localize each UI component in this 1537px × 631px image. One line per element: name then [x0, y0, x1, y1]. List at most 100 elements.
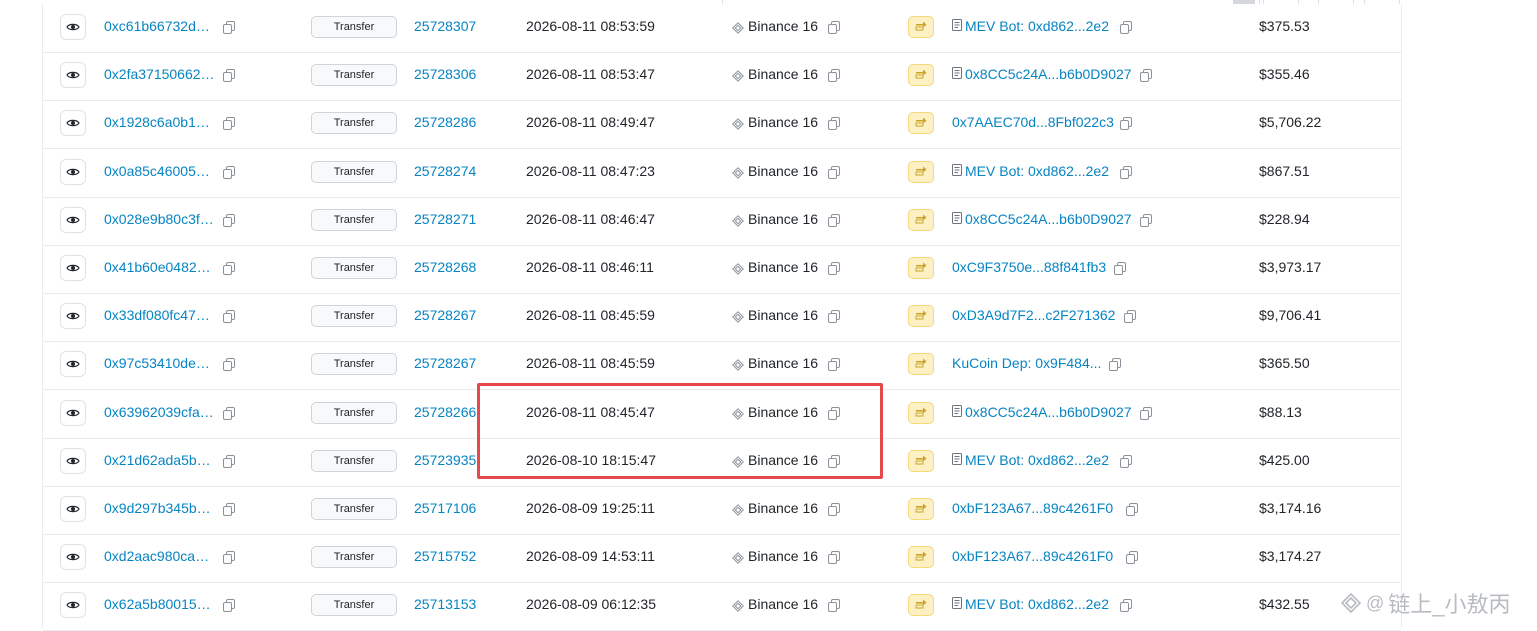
copy-icon[interactable] [828, 310, 840, 323]
to-address-link[interactable]: 0x8CC5c24A...b6b0D9027 [952, 404, 1132, 420]
copy-icon[interactable] [1140, 407, 1152, 420]
tx-hash-link[interactable]: 0xc61b66732d… [104, 18, 210, 34]
preview-button[interactable] [60, 592, 86, 618]
copy-icon[interactable] [1120, 166, 1132, 179]
copy-icon[interactable] [223, 214, 235, 227]
copy-icon[interactable] [223, 69, 235, 82]
block-link[interactable]: 25713153 [414, 596, 476, 612]
block-link[interactable]: 25728286 [414, 114, 476, 130]
copy-icon[interactable] [1120, 455, 1132, 468]
tx-hash-link[interactable]: 0x41b60e0482… [104, 259, 211, 275]
tx-hash-link[interactable]: 0xd2aac980ca… [104, 548, 209, 564]
copy-icon[interactable] [828, 117, 840, 130]
to-address-link[interactable]: MEV Bot: 0xd862...2e2 [952, 163, 1109, 179]
copy-icon[interactable] [1114, 262, 1126, 275]
tx-hash-link[interactable]: 0x63962039cfa… [104, 404, 214, 420]
to-address-link[interactable]: 0xbF123A67...89c4261F0 [952, 500, 1113, 516]
copy-icon[interactable] [828, 166, 840, 179]
block-link[interactable]: 25728267 [414, 355, 476, 371]
to-address-link[interactable]: MEV Bot: 0xd862...2e2 [952, 452, 1109, 468]
tx-hash-link[interactable]: 0x62a5b80015… [104, 596, 211, 612]
to-address-link[interactable]: KuCoin Dep: 0x9F484... [952, 355, 1101, 371]
copy-icon[interactable] [223, 455, 235, 468]
copy-icon[interactable] [223, 117, 235, 130]
to-address-link[interactable]: MEV Bot: 0xd862...2e2 [952, 596, 1109, 612]
copy-icon[interactable] [1120, 117, 1132, 130]
copy-icon[interactable] [1120, 599, 1132, 612]
copy-icon[interactable] [828, 551, 840, 564]
tx-hash-link[interactable]: 0x0a85c46005… [104, 163, 210, 179]
block-link[interactable]: 25723935 [414, 452, 476, 468]
tx-hash-link[interactable]: 0x33df080fc47… [104, 307, 210, 323]
copy-icon[interactable] [1124, 310, 1136, 323]
preview-button[interactable] [60, 351, 86, 377]
block-link[interactable]: 25728307 [414, 18, 476, 34]
preview-button[interactable] [60, 62, 86, 88]
block-link[interactable]: 25728306 [414, 66, 476, 82]
copy-icon[interactable] [828, 69, 840, 82]
from-address[interactable]: Binance 16 [748, 18, 818, 34]
block-link[interactable]: 25715752 [414, 548, 476, 564]
from-address[interactable]: Binance 16 [748, 500, 818, 516]
to-address-link[interactable]: MEV Bot: 0xd862...2e2 [952, 18, 1109, 34]
copy-icon[interactable] [223, 503, 235, 516]
tx-hash-link[interactable]: 0x21d62ada5b… [104, 452, 211, 468]
to-address-link[interactable]: 0x8CC5c24A...b6b0D9027 [952, 211, 1132, 227]
from-address[interactable]: Binance 16 [748, 211, 818, 227]
block-link[interactable]: 25728271 [414, 211, 476, 227]
copy-icon[interactable] [1140, 214, 1152, 227]
preview-button[interactable] [60, 110, 86, 136]
tx-hash-link[interactable]: 0x9d297b345b… [104, 500, 211, 516]
from-address[interactable]: Binance 16 [748, 66, 818, 82]
from-address[interactable]: Binance 16 [748, 163, 818, 179]
from-address[interactable]: Binance 16 [748, 452, 818, 468]
from-address[interactable]: Binance 16 [748, 596, 818, 612]
copy-icon[interactable] [1120, 21, 1132, 34]
preview-button[interactable] [60, 159, 86, 185]
preview-button[interactable] [60, 496, 86, 522]
tx-hash-link[interactable]: 0x97c53410de… [104, 355, 210, 371]
copy-icon[interactable] [828, 455, 840, 468]
copy-icon[interactable] [828, 358, 840, 371]
copy-icon[interactable] [1126, 503, 1138, 516]
copy-icon[interactable] [828, 214, 840, 227]
tx-hash-link[interactable]: 0x1928c6a0b1… [104, 114, 210, 130]
copy-icon[interactable] [828, 21, 840, 34]
preview-button[interactable] [60, 400, 86, 426]
preview-button[interactable] [60, 544, 86, 570]
from-address[interactable]: Binance 16 [748, 114, 818, 130]
from-address[interactable]: Binance 16 [748, 355, 818, 371]
from-address[interactable]: Binance 16 [748, 548, 818, 564]
block-link[interactable]: 25728266 [414, 404, 476, 420]
preview-button[interactable] [60, 255, 86, 281]
copy-icon[interactable] [223, 21, 235, 34]
from-address[interactable]: Binance 16 [748, 404, 818, 420]
to-address-link[interactable]: 0xC9F3750e...88f841fb3 [952, 259, 1106, 275]
copy-icon[interactable] [828, 262, 840, 275]
block-link[interactable]: 25728268 [414, 259, 476, 275]
copy-icon[interactable] [223, 407, 235, 420]
copy-icon[interactable] [828, 407, 840, 420]
copy-icon[interactable] [828, 599, 840, 612]
from-address[interactable]: Binance 16 [748, 259, 818, 275]
to-address-link[interactable]: 0xD3A9d7F2...c2F271362 [952, 307, 1115, 323]
copy-icon[interactable] [223, 166, 235, 179]
preview-button[interactable] [60, 207, 86, 233]
tx-hash-link[interactable]: 0x028e9b80c3f… [104, 211, 214, 227]
copy-icon[interactable] [223, 358, 235, 371]
copy-icon[interactable] [828, 503, 840, 516]
copy-icon[interactable] [223, 551, 235, 564]
preview-button[interactable] [60, 14, 86, 40]
to-address-link[interactable]: 0xbF123A67...89c4261F0 [952, 548, 1113, 564]
copy-icon[interactable] [1140, 69, 1152, 82]
from-address[interactable]: Binance 16 [748, 307, 818, 323]
copy-icon[interactable] [223, 310, 235, 323]
block-link[interactable]: 25728274 [414, 163, 476, 179]
preview-button[interactable] [60, 303, 86, 329]
tx-hash-link[interactable]: 0x2fa37150662… [104, 66, 215, 82]
block-link[interactable]: 25728267 [414, 307, 476, 323]
preview-button[interactable] [60, 448, 86, 474]
to-address-link[interactable]: 0x8CC5c24A...b6b0D9027 [952, 66, 1132, 82]
copy-icon[interactable] [1126, 551, 1138, 564]
copy-icon[interactable] [223, 599, 235, 612]
